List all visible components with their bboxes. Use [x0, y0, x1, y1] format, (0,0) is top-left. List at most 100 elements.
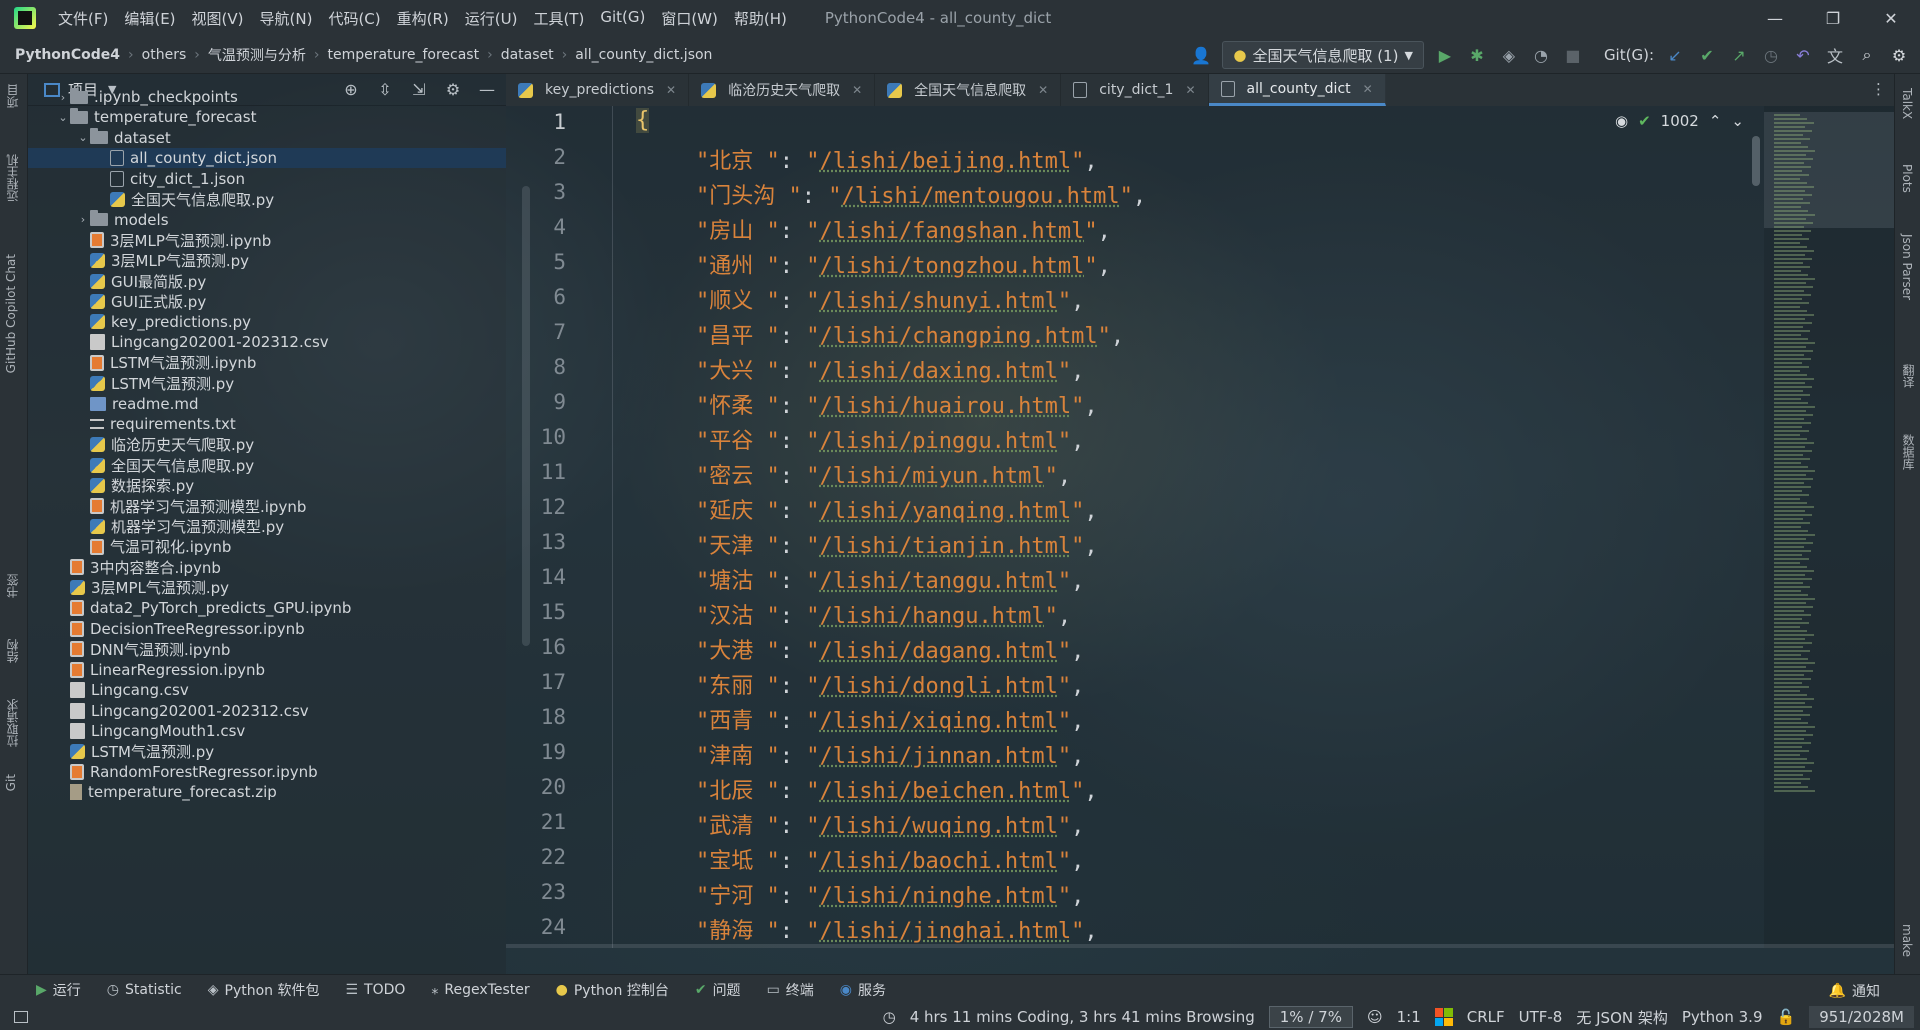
debug-icon[interactable]: ✱	[1466, 44, 1488, 66]
tree-file[interactable]: Lingcang.csv	[28, 680, 506, 700]
previous-highlight-icon[interactable]: ⌃	[1709, 112, 1722, 130]
tree-folder[interactable]: › .ipynb_checkpoints	[28, 87, 506, 107]
run-configuration-select[interactable]: ● 全国天气信息爬取 (1) ▼	[1222, 41, 1424, 69]
stop-icon[interactable]: ■	[1562, 44, 1584, 66]
tool-window-button[interactable]: ◷ Statistic	[107, 982, 182, 998]
menu-item[interactable]: 帮助(H)	[726, 8, 795, 29]
tool-window-button[interactable]: ☰ TODO	[345, 982, 405, 998]
rollback-icon[interactable]: ↶	[1792, 44, 1814, 66]
tree-file[interactable]: LSTM气温预测.ipynb	[28, 353, 506, 373]
copilot-icon[interactable]: ☺	[1367, 1008, 1383, 1026]
tree-file[interactable]: 3层MLP气温预测.ipynb	[28, 230, 506, 250]
tree-file[interactable]: 机器学习气温预测模型.py	[28, 516, 506, 536]
tree-file[interactable]: 临沧历史天气爬取.py	[28, 435, 506, 455]
restore-button[interactable]: ❐	[1804, 0, 1862, 36]
editor-scrollbar[interactable]	[1752, 136, 1760, 186]
tree-file[interactable]: data2_PyTorch_predicts_GPU.ipynb	[28, 598, 506, 618]
tree-file[interactable]: LingcangMouth1.csv	[28, 721, 506, 741]
tool-window-button[interactable]: ◉ 服务	[840, 980, 886, 1000]
tree-file[interactable]: GUI正式版.py	[28, 292, 506, 312]
bookmarks-tool-tab[interactable]: 书签	[4, 574, 21, 598]
tree-file[interactable]: key_predictions.py	[28, 312, 506, 332]
tree-file[interactable]: 全国天气信息爬取.py	[28, 455, 506, 475]
editor-tab[interactable]: 全国天气信息爬取 ✕	[875, 74, 1062, 106]
tree-folder[interactable]: ⌄ dataset	[28, 128, 506, 148]
git-commit-icon[interactable]: ✔	[1696, 44, 1718, 66]
minimize-button[interactable]: —	[1746, 0, 1804, 36]
menu-item[interactable]: 导航(N)	[252, 8, 321, 29]
tree-file[interactable]: temperature_forecast.zip	[28, 782, 506, 802]
json-schema[interactable]: 无 JSON 架构	[1576, 1007, 1668, 1028]
tree-file[interactable]: DNN气温预测.ipynb	[28, 639, 506, 659]
project-tool-tab[interactable]: 项目	[4, 84, 21, 108]
pull-requests-tool-tab[interactable]: 拉取请求	[4, 699, 21, 747]
git-push-icon[interactable]: ↗	[1728, 44, 1750, 66]
close-tab-icon[interactable]: ✕	[852, 83, 862, 97]
tree-file[interactable]: city_dict_1.json	[28, 169, 506, 189]
chevron-down-icon[interactable]: ⌄	[56, 111, 70, 124]
breadcrumb-item[interactable]: dataset	[501, 47, 554, 63]
coding-time[interactable]: 4 hrs 11 mins Coding, 3 hrs 41 mins Brow…	[910, 1008, 1255, 1026]
close-tab-icon[interactable]: ✕	[666, 83, 676, 97]
settings-gear-icon[interactable]: ⚙	[1888, 44, 1910, 66]
talkx-tool-tab[interactable]: TalkX	[1900, 88, 1914, 119]
tree-file[interactable]: RandomForestRegressor.ipynb	[28, 762, 506, 782]
lock-icon[interactable]: 🔓	[1777, 1008, 1796, 1026]
line-ending[interactable]: CRLF	[1467, 1008, 1505, 1026]
run-icon[interactable]: ▶	[1434, 44, 1456, 66]
editor-horizontal-scrollbar[interactable]	[506, 944, 1894, 948]
editor-tab[interactable]: city_dict_1 ✕	[1061, 74, 1209, 106]
close-tab-icon[interactable]: ✕	[1185, 83, 1195, 97]
tool-window-button[interactable]: ◈ Python 软件包	[208, 980, 320, 1000]
memory-indicator[interactable]: 951/2028M	[1809, 1006, 1914, 1028]
translate-icon[interactable]: 文	[1824, 44, 1846, 66]
translate-tool-tab[interactable]: 翻译	[1900, 364, 1917, 388]
tool-window-button[interactable]: ▶ 运行	[36, 980, 81, 1000]
json-parser-tool-tab[interactable]: Json Parser	[1900, 234, 1914, 300]
breadcrumb-item[interactable]: 气温预测与分析	[208, 45, 306, 65]
close-window-button[interactable]: ✕	[1862, 0, 1920, 36]
tree-file[interactable]: all_county_dict.json	[28, 148, 506, 169]
database-tool-tab[interactable]: 数据库	[1900, 434, 1917, 470]
progress-indicator[interactable]: 1% / 7%	[1268, 1006, 1353, 1028]
next-highlight-icon[interactable]: ⌄	[1731, 112, 1744, 130]
close-tab-icon[interactable]: ✕	[1038, 83, 1048, 97]
inspection-widget[interactable]: ◉ ✔ 1002 ⌃ ⌄	[1615, 112, 1744, 130]
editor-tab[interactable]: key_predictions ✕	[506, 74, 690, 106]
notifications-button[interactable]: 🔔 通知	[1829, 981, 1880, 1001]
tree-folder[interactable]: ⌄ temperature_forecast	[28, 107, 506, 127]
file-encoding[interactable]: UTF-8	[1519, 1008, 1563, 1026]
make-tool-tab[interactable]: make	[1900, 924, 1914, 957]
menu-item[interactable]: 工具(T)	[525, 8, 592, 29]
tree-file[interactable]: 3层MLP气温预测.py	[28, 251, 506, 271]
more-tabs-icon[interactable]: ⋮	[1871, 80, 1886, 98]
tree-file[interactable]: readme.md	[28, 394, 506, 414]
tool-window-button[interactable]: ▭ 终端	[767, 980, 814, 1000]
tree-file[interactable]: GUI最简版.py	[28, 271, 506, 291]
tool-window-button[interactable]: ● Python 控制台	[556, 980, 669, 1000]
menu-item[interactable]: 窗口(W)	[653, 8, 726, 29]
menu-item[interactable]: 编辑(E)	[116, 8, 183, 29]
editor-tab[interactable]: 临沧历史天气爬取 ✕	[689, 74, 876, 106]
git-tool-tab[interactable]: Git	[4, 774, 18, 791]
tool-window-button[interactable]: ⁎ RegexTester	[431, 982, 529, 998]
breadcrumb-item[interactable]: temperature_forecast	[327, 47, 479, 63]
breadcrumb-item[interactable]: all_county_dict.json	[575, 47, 712, 63]
tree-file[interactable]: Lingcang202001-202312.csv	[28, 332, 506, 352]
tool-window-button[interactable]: ✔ 问题	[695, 980, 741, 1000]
chevron-down-icon[interactable]: ⌄	[76, 131, 90, 144]
copilot-chat-tool-tab[interactable]: GitHub Copilot Chat	[4, 254, 18, 373]
coverage-icon[interactable]: ◈	[1498, 44, 1520, 66]
search-icon[interactable]: ⌕	[1856, 44, 1878, 66]
tree-file[interactable]: 3中内容整合.ipynb	[28, 557, 506, 577]
breadcrumb-item[interactable]: PythonCode4	[15, 47, 120, 63]
tree-file[interactable]: 3层MPL气温预测.py	[28, 578, 506, 598]
tree-file[interactable]: Lingcang202001-202312.csv	[28, 701, 506, 721]
menu-item[interactable]: 代码(C)	[320, 8, 388, 29]
menu-item[interactable]: 视图(V)	[184, 8, 252, 29]
caret-position[interactable]: 1:1	[1397, 1008, 1421, 1026]
menu-item[interactable]: 运行(U)	[457, 8, 526, 29]
user-icon[interactable]: 👤	[1190, 44, 1212, 66]
menu-item[interactable]: 重构(R)	[389, 8, 457, 29]
tree-file[interactable]: requirements.txt	[28, 414, 506, 434]
